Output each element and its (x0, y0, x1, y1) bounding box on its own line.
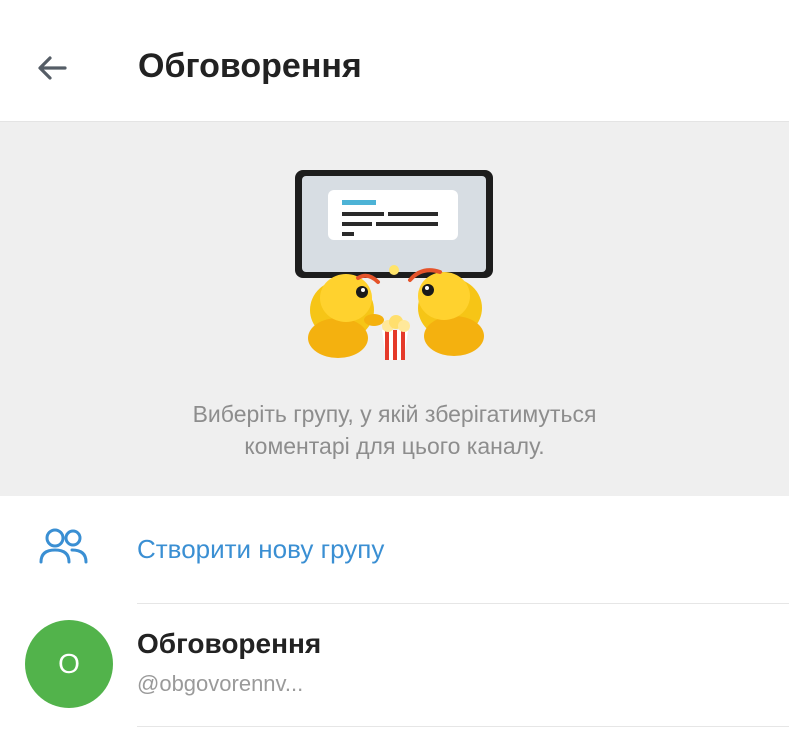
people-icon (39, 528, 88, 564)
create-new-group-button[interactable]: Створити нову групу (0, 496, 789, 604)
group-handle: @obgovorennv... (137, 671, 304, 696)
divider (137, 726, 789, 727)
group-list: Створити нову групу О Обговорення @obgov… (0, 496, 789, 735)
create-new-group-label: Створити нову групу (137, 534, 385, 564)
list-item[interactable]: О Обговорення @obgovorennv... (0, 604, 789, 726)
info-text: Виберіть групу, у якій зберігатимуться к… (0, 398, 789, 462)
top-bar: Обговорення (0, 0, 789, 122)
avatar: О (25, 620, 113, 708)
ducks-watching-screen-illustration (295, 170, 493, 360)
group-name: Обговорення (137, 628, 322, 659)
arrow-left-icon (38, 56, 67, 80)
info-text-line-2: коментарі для цього каналу. (244, 433, 545, 459)
page-title: Обговорення (138, 47, 362, 85)
info-text-line-1: Виберіть групу, у якій зберігатимуться (192, 401, 597, 427)
back-button[interactable] (28, 44, 76, 92)
